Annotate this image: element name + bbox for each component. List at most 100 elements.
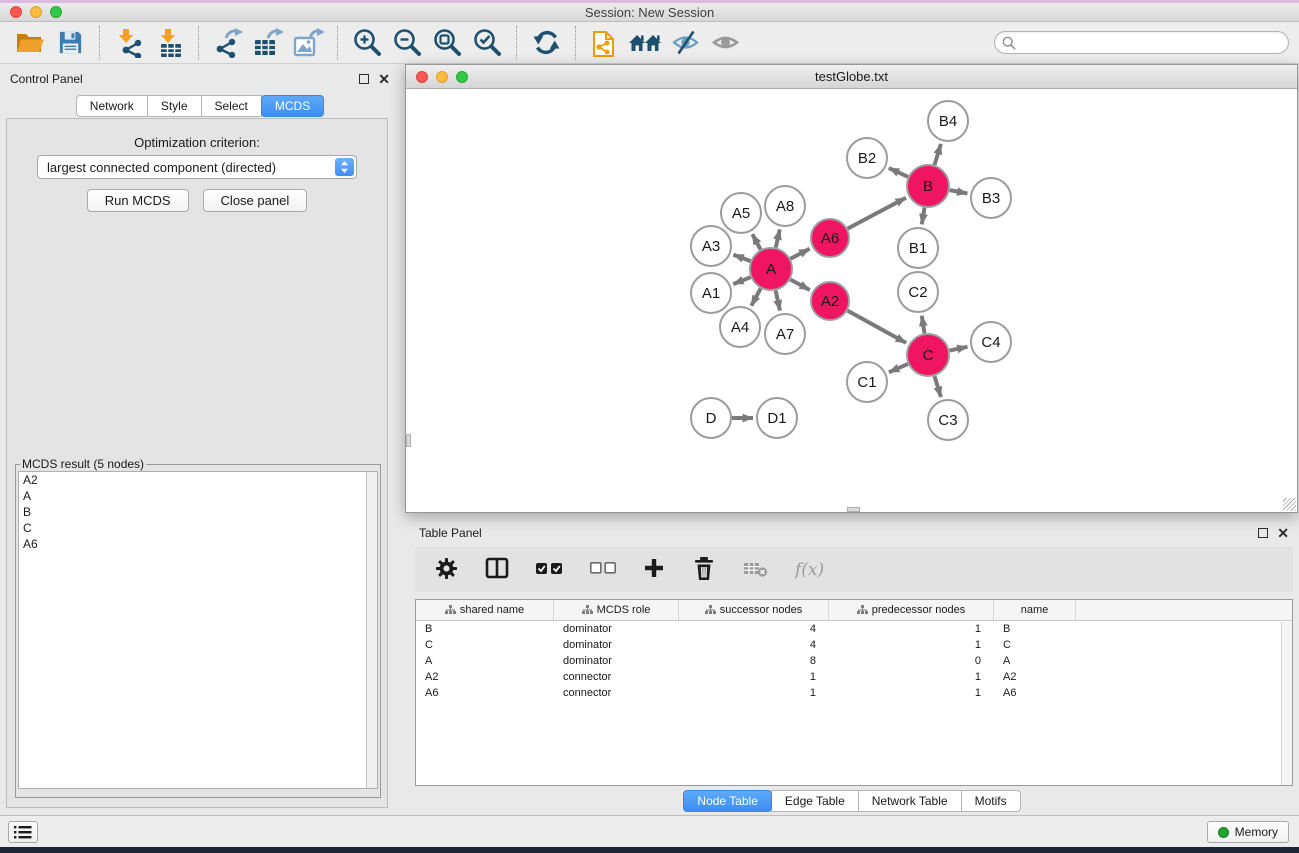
tab-style[interactable]: Style bbox=[147, 95, 202, 117]
graph-node-A[interactable]: A bbox=[750, 248, 792, 290]
list-item[interactable]: A6 bbox=[19, 536, 377, 552]
zoom-fit-button[interactable] bbox=[427, 25, 467, 61]
export-table-button[interactable] bbox=[248, 25, 288, 61]
graph-edge[interactable] bbox=[790, 279, 809, 290]
select-all-columns-button[interactable] bbox=[536, 562, 563, 578]
graph-node-A3[interactable]: A3 bbox=[691, 226, 731, 266]
graph-edge[interactable] bbox=[752, 234, 760, 249]
column-header-predecessor-nodes[interactable]: predecessor nodes bbox=[829, 600, 994, 620]
table-settings-button[interactable] bbox=[435, 557, 458, 583]
export-network-button[interactable] bbox=[208, 25, 248, 61]
graph-edge[interactable] bbox=[934, 376, 940, 397]
graph-edge[interactable] bbox=[922, 316, 925, 334]
graph-edge[interactable] bbox=[751, 288, 760, 305]
table-row[interactable]: A6 connector 1 1 A6 bbox=[416, 685, 1292, 701]
toggle-column-view-button[interactable] bbox=[485, 557, 509, 582]
list-item[interactable]: C bbox=[19, 520, 377, 536]
graph-edge[interactable] bbox=[934, 144, 940, 165]
search-field[interactable] bbox=[994, 31, 1289, 54]
tab-network-table[interactable]: Network Table bbox=[858, 790, 962, 812]
graph-node-D[interactable]: D bbox=[691, 398, 731, 438]
result-scrollbar[interactable] bbox=[366, 472, 377, 788]
zoom-window-button[interactable] bbox=[50, 6, 62, 18]
criterion-dropdown[interactable]: largest connected component (directed) bbox=[37, 155, 357, 179]
close-panel-icon[interactable]: ✕ bbox=[1277, 528, 1289, 538]
table-scrollbar[interactable] bbox=[1281, 622, 1292, 785]
graph-edge[interactable] bbox=[733, 255, 750, 262]
function-builder-button[interactable]: f(x) bbox=[795, 560, 824, 580]
graph-node-A7[interactable]: A7 bbox=[765, 314, 805, 354]
deselect-all-columns-button[interactable] bbox=[590, 562, 616, 577]
table-row[interactable]: A dominator 8 0 A bbox=[416, 653, 1292, 669]
graph-node-D1[interactable]: D1 bbox=[757, 398, 797, 438]
network-canvas[interactable]: B4B2BB3A8A5A6A3B1AC2A1A2A4A7C4CC1C3DD1 bbox=[406, 89, 1297, 512]
graph-edge[interactable] bbox=[848, 198, 906, 229]
float-panel-icon[interactable] bbox=[359, 74, 369, 84]
graph-node-A6[interactable]: A6 bbox=[811, 219, 849, 257]
graph-edge[interactable] bbox=[848, 311, 907, 343]
graph-edge[interactable] bbox=[889, 364, 908, 372]
delete-column-button[interactable] bbox=[692, 556, 716, 584]
show-panels-button[interactable] bbox=[705, 25, 745, 61]
graph-node-C4[interactable]: C4 bbox=[971, 322, 1011, 362]
open-session-button[interactable] bbox=[10, 25, 50, 61]
tab-motifs[interactable]: Motifs bbox=[961, 790, 1021, 812]
list-item[interactable]: B bbox=[19, 504, 377, 520]
delete-table-button[interactable] bbox=[743, 559, 768, 581]
network-window-titlebar[interactable]: testGlobe.txt bbox=[406, 65, 1297, 89]
create-column-button[interactable] bbox=[643, 557, 665, 582]
graph-node-B1[interactable]: B1 bbox=[898, 228, 938, 268]
graph-edge[interactable] bbox=[776, 229, 780, 247]
close-panel-icon[interactable]: ✕ bbox=[378, 74, 390, 84]
graph-edge[interactable] bbox=[733, 277, 750, 284]
zoom-network-window-button[interactable] bbox=[456, 71, 468, 83]
table-row[interactable]: A2 connector 1 1 A2 bbox=[416, 669, 1292, 685]
resize-grip-icon[interactable] bbox=[1283, 498, 1296, 511]
float-panel-icon[interactable] bbox=[1258, 528, 1268, 538]
tab-network[interactable]: Network bbox=[76, 95, 148, 117]
graph-edge[interactable] bbox=[889, 168, 908, 177]
search-input[interactable] bbox=[1021, 36, 1281, 50]
table-row[interactable]: C dominator 4 1 C bbox=[416, 637, 1292, 653]
tab-node-table[interactable]: Node Table bbox=[683, 790, 772, 812]
column-header-shared-name[interactable]: shared name bbox=[416, 600, 554, 620]
graph-edge[interactable] bbox=[776, 291, 780, 311]
hide-panels-button[interactable] bbox=[665, 25, 705, 61]
minimize-network-window-button[interactable] bbox=[436, 71, 448, 83]
mcds-result-list[interactable]: A2 A B C A6 bbox=[18, 471, 378, 789]
graph-node-C3[interactable]: C3 bbox=[928, 400, 968, 440]
run-mcds-button[interactable]: Run MCDS bbox=[87, 189, 189, 212]
graph-node-A1[interactable]: A1 bbox=[691, 273, 731, 313]
memory-button[interactable]: Memory bbox=[1207, 821, 1289, 843]
tab-select[interactable]: Select bbox=[201, 95, 262, 117]
graph-node-B[interactable]: B bbox=[907, 165, 949, 207]
graph-node-B2[interactable]: B2 bbox=[847, 138, 887, 178]
graph-node-B4[interactable]: B4 bbox=[928, 101, 968, 141]
column-header-mcds-role[interactable]: MCDS role bbox=[554, 600, 679, 620]
import-network-button[interactable] bbox=[109, 25, 149, 61]
graph-node-B3[interactable]: B3 bbox=[971, 178, 1011, 218]
close-panel-button[interactable]: Close panel bbox=[203, 189, 308, 212]
close-network-window-button[interactable] bbox=[416, 71, 428, 83]
network-file-button[interactable] bbox=[585, 25, 625, 61]
home-workspace-button[interactable] bbox=[625, 25, 665, 61]
graph-node-A4[interactable]: A4 bbox=[720, 307, 760, 347]
zoom-in-button[interactable] bbox=[347, 25, 387, 61]
zoom-selected-button[interactable] bbox=[467, 25, 507, 61]
column-header-successor-nodes[interactable]: successor nodes bbox=[679, 600, 829, 620]
graph-edge[interactable] bbox=[950, 347, 968, 351]
graph-node-C[interactable]: C bbox=[907, 334, 949, 376]
graph-edge[interactable] bbox=[922, 208, 925, 225]
table-row[interactable]: B dominator 4 1 B bbox=[416, 621, 1292, 637]
export-image-button[interactable] bbox=[288, 25, 328, 61]
list-item[interactable]: A2 bbox=[19, 472, 377, 488]
graph-node-C1[interactable]: C1 bbox=[847, 362, 887, 402]
tab-mcds[interactable]: MCDS bbox=[261, 95, 324, 117]
split-handle-icon[interactable] bbox=[847, 507, 860, 512]
task-history-button[interactable] bbox=[8, 821, 38, 843]
zoom-out-button[interactable] bbox=[387, 25, 427, 61]
graph-node-C2[interactable]: C2 bbox=[898, 272, 938, 312]
close-window-button[interactable] bbox=[10, 6, 22, 18]
import-table-button[interactable] bbox=[149, 25, 189, 61]
graph-node-A8[interactable]: A8 bbox=[765, 186, 805, 226]
